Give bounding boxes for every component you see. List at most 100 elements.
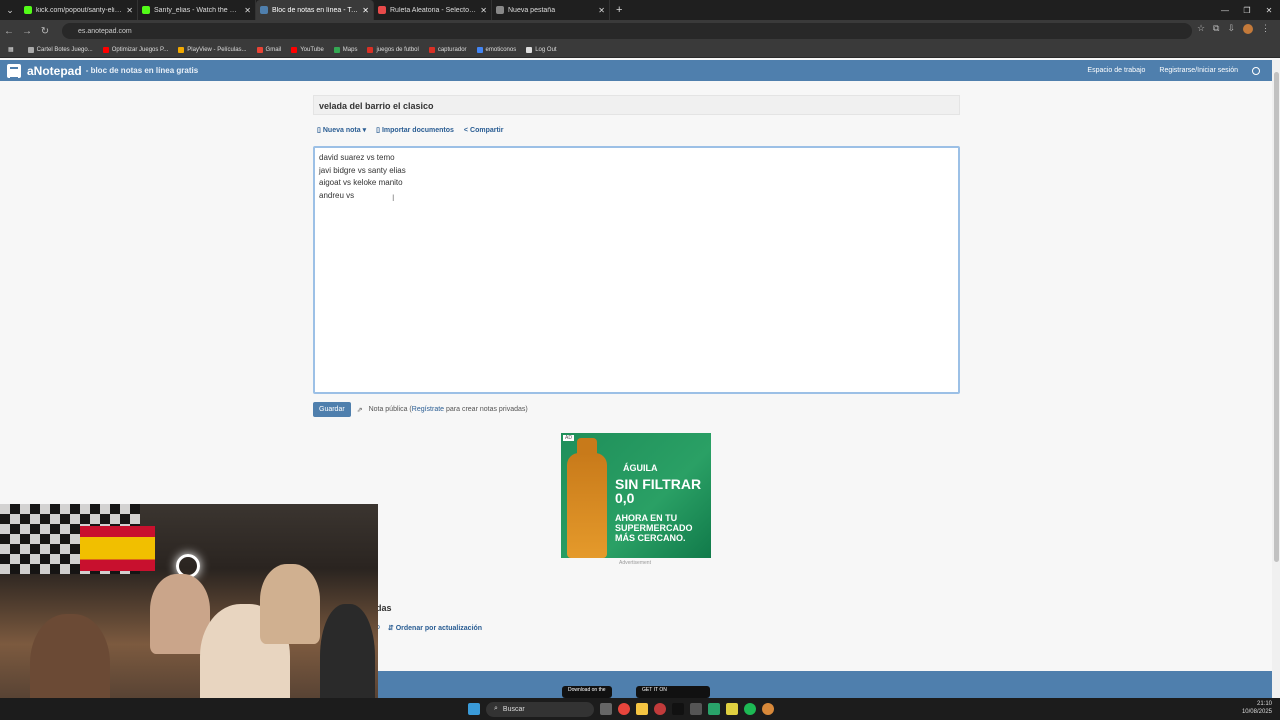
text-cursor-icon: I bbox=[392, 193, 395, 203]
app-store-badge[interactable]: Download on the bbox=[562, 686, 612, 698]
windows-start-icon[interactable] bbox=[468, 703, 480, 715]
bookmark-icon bbox=[27, 46, 34, 53]
youtube-icon bbox=[102, 46, 109, 53]
caret-down-icon: ▾ bbox=[362, 127, 367, 134]
task-view-icon[interactable] bbox=[600, 703, 612, 715]
chrome-profile-icon[interactable] bbox=[762, 703, 774, 715]
anotepad-icon bbox=[260, 6, 268, 14]
advertisement-banner[interactable]: AD ÁGUILA SIN FILTRAR 0,0 AHORA EN TU SU… bbox=[561, 433, 711, 558]
menu-icon[interactable]: ⋮ bbox=[1261, 23, 1270, 34]
close-window-icon[interactable]: ✕ bbox=[1258, 0, 1280, 20]
sort-by-update-link[interactable]: ⇵ Ordenar por actualización bbox=[388, 624, 482, 632]
close-icon[interactable]: ✕ bbox=[598, 6, 605, 15]
bookmark-item[interactable]: Gmail bbox=[256, 46, 281, 53]
bookmark-item[interactable]: Maps bbox=[333, 46, 357, 53]
bookmark-item[interactable]: Optimizar Juegos P... bbox=[102, 46, 168, 53]
calculator-icon[interactable] bbox=[690, 703, 702, 715]
profile-avatar[interactable] bbox=[1243, 23, 1253, 34]
globe-icon[interactable] bbox=[1252, 66, 1260, 75]
extensions-icon[interactable]: ⧉ bbox=[1213, 23, 1219, 34]
youtube-icon bbox=[291, 46, 298, 53]
tiktok-icon[interactable] bbox=[672, 703, 684, 715]
sort-icon: ⇵ bbox=[387, 625, 396, 632]
spotify-icon[interactable] bbox=[744, 703, 756, 715]
close-icon[interactable]: ✕ bbox=[244, 6, 251, 15]
maps-icon bbox=[333, 46, 340, 53]
restore-icon[interactable]: ❐ bbox=[1236, 0, 1258, 20]
kick-icon bbox=[142, 6, 150, 14]
register-link[interactable]: Regístrate bbox=[412, 406, 444, 413]
notepad-logo-icon[interactable] bbox=[7, 63, 21, 79]
bookmarks-bar: ▦ Cartel Botes Juego... Optimizar Juegos… bbox=[0, 42, 1280, 58]
document-icon: ▯ bbox=[317, 127, 321, 134]
bookmark-item[interactable]: capturador bbox=[428, 46, 467, 53]
ad-caption: Advertisement bbox=[619, 560, 651, 566]
search-icon: ⌕ bbox=[494, 705, 498, 712]
window-controls: — ❐ ✕ bbox=[1214, 0, 1280, 20]
google-play-badge[interactable]: GET IT ON bbox=[636, 686, 710, 698]
kick-icon bbox=[24, 6, 32, 14]
new-note-button[interactable]: ▯ Nueva nota ▾ bbox=[317, 126, 367, 135]
app-icon[interactable] bbox=[708, 703, 720, 715]
browser-tab-active[interactable]: Bloc de notas en línea - Toma y✕ bbox=[256, 0, 374, 20]
roulette-icon bbox=[378, 6, 386, 14]
header-nav: Espacio de trabajo Registrarse/Iniciar s… bbox=[1087, 60, 1260, 81]
browser-toolbar: ← → ↻ es.anotepad.com ☆ ⧉ ⇩ ⋮ bbox=[0, 20, 1280, 42]
import-icon: ▯ bbox=[376, 127, 380, 134]
ad-subtext: AHORA EN TU SUPERMERCADO MÁS CERCANO. bbox=[615, 513, 693, 543]
tab-search-icon[interactable]: ⌄ bbox=[0, 0, 20, 20]
address-bar[interactable]: es.anotepad.com bbox=[62, 23, 1192, 39]
browser-tab-bar: ⌄ kick.com/popout/santy-elias/ch ✕ Santy_… bbox=[0, 0, 1280, 20]
taskbar-search[interactable]: ⌕ Buscar bbox=[486, 701, 594, 717]
bookmark-item[interactable]: Cartel Botes Juego... bbox=[27, 46, 93, 53]
browser-tab[interactable]: Nueva pestaña ✕ bbox=[492, 0, 610, 20]
site-tagline: - bloc de notas en línea gratis bbox=[85, 66, 199, 75]
share-icon: < bbox=[463, 126, 469, 134]
site-brand[interactable]: aNotepad bbox=[27, 64, 82, 78]
person bbox=[260, 564, 320, 644]
import-documents-button[interactable]: ▯ Importar documentos bbox=[376, 126, 454, 135]
note-line: javi bidgre vs santy elias bbox=[319, 165, 406, 175]
bookmark-icon bbox=[367, 46, 374, 53]
bookmark-item[interactable]: juegos de futbol bbox=[367, 46, 419, 53]
bookmark-item[interactable]: PlayView - Películas... bbox=[178, 46, 247, 53]
close-icon[interactable]: ✕ bbox=[362, 6, 369, 15]
public-note-text: Nota pública (Regístrate para crear nota… bbox=[368, 406, 528, 413]
bookmark-item[interactable]: emoticonos bbox=[476, 46, 516, 53]
reload-icon[interactable]: ↻ bbox=[36, 26, 54, 37]
close-icon[interactable]: ✕ bbox=[126, 6, 133, 15]
downloads-icon[interactable]: ⇩ bbox=[1227, 23, 1235, 34]
spain-flag bbox=[80, 526, 155, 571]
apps-icon[interactable]: ▦ bbox=[8, 46, 14, 53]
share-button[interactable]: < Compartir bbox=[464, 126, 504, 134]
note-actions: ▯ Nueva nota ▾ ▯ Importar documentos < Compa… bbox=[317, 126, 504, 135]
note-line: andreu vs bbox=[319, 191, 355, 201]
browser-tab[interactable]: Santy_elias - Watch the VOD of✕ bbox=[138, 0, 256, 20]
login-link[interactable]: Registrarse/Iniciar sesión bbox=[1159, 67, 1238, 74]
bookmark-item[interactable]: Log Out bbox=[526, 46, 557, 53]
system-clock[interactable]: 21:10 10/08/2025 bbox=[1242, 700, 1272, 716]
note-title-input[interactable]: velada del barrio el clasico bbox=[313, 95, 960, 115]
app-icon[interactable] bbox=[654, 703, 666, 715]
note-line: aigoat vs keloke manito bbox=[319, 178, 403, 188]
bookmark-icon bbox=[178, 46, 185, 53]
browser-tab[interactable]: Ruleta Aleatoria - Selector Pers✕ bbox=[374, 0, 492, 20]
sort-options: o ⇵ Ordenar por actualización bbox=[376, 624, 482, 632]
windows-taskbar: ⌕ Buscar 21:10 10/08/2025 bbox=[0, 698, 1280, 720]
file-explorer-icon[interactable] bbox=[636, 703, 648, 715]
forward-icon[interactable]: → bbox=[18, 26, 36, 37]
url-text: es.anotepad.com bbox=[78, 27, 132, 35]
workspace-link[interactable]: Espacio de trabajo bbox=[1087, 67, 1145, 74]
save-button[interactable]: Guardar bbox=[313, 402, 351, 417]
chrome-icon[interactable] bbox=[618, 703, 630, 715]
note-content-textarea[interactable]: david suarez vs temo javi bidgre vs sant… bbox=[313, 146, 960, 394]
close-icon[interactable]: ✕ bbox=[480, 6, 487, 15]
app-icon[interactable] bbox=[726, 703, 738, 715]
scrollbar-thumb[interactable] bbox=[1274, 72, 1279, 562]
minimize-icon[interactable]: — bbox=[1214, 0, 1236, 20]
back-icon[interactable]: ← bbox=[0, 26, 18, 37]
bookmark-item[interactable]: YouTube bbox=[291, 46, 324, 53]
bookmark-star-icon[interactable]: ☆ bbox=[1197, 23, 1205, 34]
browser-tab[interactable]: kick.com/popout/santy-elias/ch ✕ bbox=[20, 0, 138, 20]
new-tab-button[interactable]: + bbox=[610, 4, 628, 16]
